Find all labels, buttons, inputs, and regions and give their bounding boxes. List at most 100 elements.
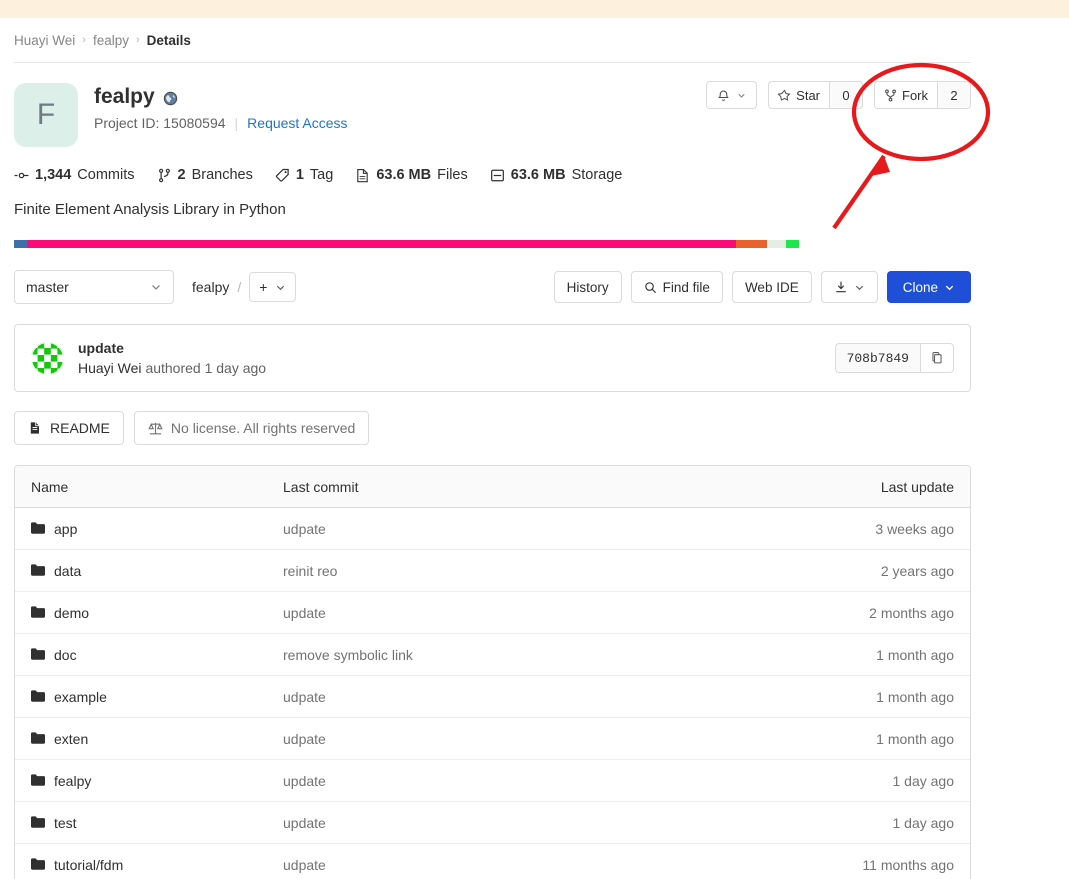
stat-branches-value: 2	[177, 167, 186, 183]
stat-tags-value: 1	[295, 167, 304, 183]
file-table-body: app udpate 3 weeks ago data reinit reo 2 year…	[15, 508, 970, 879]
table-row[interactable]: exten udpate 1 month ago	[15, 718, 970, 760]
stat-commits[interactable]: 1,344 Commits	[14, 167, 135, 183]
plus-icon: +	[259, 279, 268, 295]
last-commit-cell[interactable]: update	[283, 605, 770, 621]
star-button[interactable]: Star	[768, 81, 829, 109]
commit-sha[interactable]: 708b7849	[834, 343, 920, 373]
stat-branches[interactable]: 2 Branches	[157, 167, 253, 183]
subtitle-divider: |	[234, 115, 239, 131]
branch-icon	[157, 168, 172, 183]
stat-branches-unit: Branches	[191, 167, 253, 183]
file-name-cell[interactable]: example	[15, 689, 283, 705]
table-row[interactable]: tutorial/fdm udpate 11 months ago	[15, 844, 970, 879]
tag-icon	[275, 168, 290, 183]
column-header-last-commit: Last commit	[283, 478, 359, 495]
add-to-repo-button[interactable]: +	[249, 272, 297, 302]
path-slash: /	[237, 279, 242, 295]
file-name-cell[interactable]: doc	[15, 647, 283, 663]
breadcrumb-item-group[interactable]: Huayi Wei	[14, 33, 75, 48]
file-name-label: tutorial/fdm	[54, 857, 124, 873]
last-update-cell: 1 month ago	[876, 688, 954, 705]
last-update-cell: 1 day ago	[892, 814, 955, 831]
language-segment	[27, 240, 736, 248]
fork-button[interactable]: Fork	[874, 81, 937, 109]
fork-count[interactable]: 2	[937, 81, 971, 109]
table-row[interactable]: data reinit reo 2 years ago	[15, 550, 970, 592]
last-commit-cell[interactable]: update	[283, 773, 770, 789]
language-segment	[767, 240, 787, 248]
globe-icon	[163, 91, 178, 106]
last-commit-cell[interactable]: udpate	[283, 857, 770, 873]
file-name-cell[interactable]: app	[15, 521, 283, 537]
last-commit-cell[interactable]: udpate	[283, 689, 770, 705]
commit-info: update Huayi Wei authored 1 day ago	[78, 340, 266, 376]
file-name-cell[interactable]: data	[15, 563, 283, 579]
readme-button[interactable]: README	[14, 411, 124, 445]
last-commit-card: update Huayi Wei authored 1 day ago 708b…	[14, 324, 971, 392]
file-name-label: exten	[54, 730, 89, 747]
last-commit-cell[interactable]: udpate	[283, 521, 770, 537]
fork-button-label: Fork	[902, 87, 928, 103]
project-stats: 1,344 Commits 2 Branches 1 Tag 63.6 MB F…	[14, 167, 971, 183]
file-name-cell[interactable]: fealpy	[15, 773, 283, 789]
stat-commits-unit: Commits	[77, 167, 135, 183]
clone-button[interactable]: Clone	[886, 271, 971, 303]
page-content: Huayi Wei › fealpy › Details F fealpy Pr…	[14, 18, 971, 879]
breadcrumb-item-current: Details	[146, 32, 191, 48]
last-update-cell: 3 weeks ago	[875, 520, 954, 537]
branch-selector[interactable]: master	[14, 270, 174, 304]
stat-tags[interactable]: 1 Tag	[275, 167, 333, 183]
star-count[interactable]: 0	[829, 81, 863, 109]
last-update-cell: 11 months ago	[862, 857, 954, 873]
chevron-down-icon	[737, 91, 746, 100]
file-name-cell[interactable]: tutorial/fdm	[15, 857, 283, 873]
table-row[interactable]: app udpate 3 weeks ago	[15, 508, 970, 550]
file-name-label: fealpy	[54, 772, 92, 789]
table-row[interactable]: test update 1 day ago	[15, 802, 970, 844]
last-update-cell: 1 month ago	[876, 646, 954, 663]
storage-icon	[490, 168, 505, 183]
last-update-cell: 1 day ago	[892, 772, 955, 789]
table-row[interactable]: fealpy update 1 day ago	[15, 760, 970, 802]
history-button[interactable]: History	[553, 271, 622, 303]
stat-storage-value: 63.6 MB	[510, 167, 566, 183]
commit-author[interactable]: Huayi Wei	[78, 360, 142, 376]
table-row[interactable]: example udpate 1 month ago	[15, 676, 970, 718]
table-row[interactable]: demo update 2 months ago	[15, 592, 970, 634]
file-table-header: Name Last commit Last update	[15, 466, 970, 508]
copy-icon[interactable]	[920, 343, 954, 373]
last-commit-cell[interactable]: remove symbolic link	[283, 647, 770, 663]
project-details-page: Huayi Wei › fealpy › Details F fealpy Pr…	[0, 0, 1069, 879]
clone-button-label: Clone	[902, 279, 938, 295]
file-name-cell[interactable]: test	[15, 815, 283, 831]
stat-storage[interactable]: 63.6 MB Storage	[490, 167, 622, 183]
last-commit-cell[interactable]: update	[283, 815, 770, 831]
license-button[interactable]: No license. All rights reserved	[133, 411, 370, 445]
stat-files[interactable]: 63.6 MB Files	[355, 167, 468, 183]
request-access-link[interactable]: Request Access	[247, 115, 347, 131]
column-header-last-update: Last update	[880, 478, 954, 495]
find-file-button[interactable]: Find file	[630, 271, 723, 303]
file-icon	[355, 168, 370, 183]
last-commit-cell[interactable]: udpate	[283, 731, 770, 747]
file-name-label: demo	[54, 604, 90, 621]
table-row[interactable]: doc remove symbolic link 1 month ago	[15, 634, 970, 676]
breadcrumb-item-project[interactable]: fealpy	[93, 33, 129, 48]
commit-byline: Huayi Wei authored 1 day ago	[78, 360, 266, 376]
last-commit-cell[interactable]: reinit reo	[283, 563, 770, 579]
commit-message[interactable]: update	[78, 340, 266, 356]
web-ide-button[interactable]: Web IDE	[731, 271, 812, 303]
path-root[interactable]: fealpy	[192, 279, 229, 295]
readme-button-label: README	[50, 420, 110, 436]
file-name-cell[interactable]: demo	[15, 605, 283, 621]
project-title-row: fealpy	[94, 85, 348, 109]
file-name-label: test	[54, 814, 77, 831]
page-title: fealpy	[94, 85, 155, 108]
file-name-cell[interactable]: exten	[15, 731, 283, 747]
download-button[interactable]	[820, 271, 878, 303]
column-header-name: Name	[31, 478, 69, 495]
commit-timestamp: authored 1 day ago	[145, 360, 267, 376]
notification-button[interactable]	[706, 81, 758, 109]
star-button-group: Star 0	[768, 81, 863, 109]
